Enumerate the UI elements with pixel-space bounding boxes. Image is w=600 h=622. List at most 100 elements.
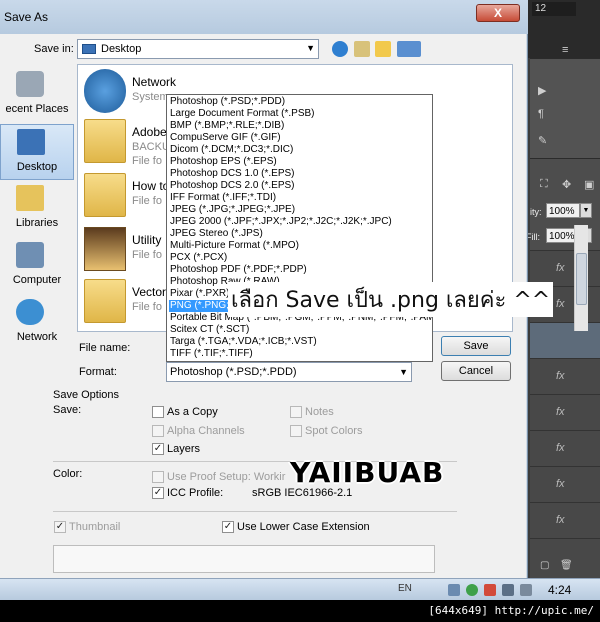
- chevron-down-icon[interactable]: ▼: [399, 367, 408, 377]
- format-option[interactable]: JPEG Stereo (*.JPS): [169, 228, 431, 240]
- brush-icon[interactable]: ✎: [538, 134, 547, 147]
- format-option[interactable]: CompuServe GIF (*.GIF): [169, 132, 431, 144]
- divider: [53, 511, 457, 512]
- chevron-down-icon[interactable]: ▼: [306, 43, 315, 53]
- layer-row[interactable]: [530, 538, 600, 578]
- computer-icon: [16, 242, 44, 268]
- taskbar: EN 4:24: [0, 578, 600, 600]
- file-name: Utility: [132, 233, 162, 247]
- use-proof-setup-checkbox[interactable]: [152, 471, 164, 483]
- format-option[interactable]: Photoshop DCS 2.0 (*.EPS): [169, 180, 431, 192]
- tray-icon[interactable]: [484, 584, 496, 596]
- close-button[interactable]: X: [476, 4, 520, 22]
- lower-case-extension-checkbox[interactable]: ✓: [222, 521, 234, 533]
- footer-bar: [644x649] http://upic.me/: [0, 600, 600, 622]
- place-network[interactable]: Network: [0, 295, 74, 351]
- format-option[interactable]: Photoshop PDF (*.PDF;*.PDP): [169, 264, 431, 276]
- format-option[interactable]: JPEG 2000 (*.JPF;*.JPX;*.JP2;*.J2C;*.J2K…: [169, 216, 431, 228]
- file-name: Adobe: [132, 125, 167, 139]
- layer-row-selected[interactable]: [530, 322, 600, 358]
- format-option[interactable]: Scitex CT (*.SCT): [169, 324, 431, 336]
- format-value: Photoshop (*.PSD;*.PDD): [170, 366, 297, 378]
- lock-all-icon[interactable]: ▣: [584, 178, 594, 191]
- fx-icon[interactable]: fx: [556, 514, 565, 526]
- layers-checkbox[interactable]: ✓: [152, 443, 164, 455]
- opacity-field[interactable]: 100%: [546, 203, 580, 218]
- as-a-copy-checkbox[interactable]: [152, 406, 164, 418]
- view-menu-icon[interactable]: [397, 41, 421, 57]
- format-option[interactable]: PCX (*.PCX): [169, 252, 431, 264]
- format-option[interactable]: Multi-Picture Format (*.MPO): [169, 240, 431, 252]
- layer-row[interactable]: [530, 466, 600, 502]
- panel-menu-icon[interactable]: ≡: [562, 44, 568, 56]
- fx-icon[interactable]: fx: [556, 406, 565, 418]
- scrollbar-thumb[interactable]: [576, 253, 587, 305]
- layer-row[interactable]: [530, 358, 600, 394]
- spot-colors-checkbox[interactable]: [290, 425, 302, 437]
- warning-box: [53, 545, 435, 573]
- up-folder-icon[interactable]: [354, 41, 370, 57]
- layers-label: Layers: [167, 443, 201, 455]
- save-in-combo[interactable]: Desktop ▼: [77, 39, 319, 59]
- format-dropdown-list[interactable]: Photoshop (*.PSD;*.PDD) Large Document Fo…: [166, 94, 433, 362]
- monitor-tray-icon[interactable]: [502, 584, 514, 596]
- layer-row[interactable]: [530, 250, 600, 286]
- network-icon: [16, 299, 44, 325]
- title-bar[interactable]: Save As X: [0, 0, 528, 34]
- icc-profile-checkbox[interactable]: ✓: [152, 487, 164, 499]
- back-icon[interactable]: [332, 41, 348, 57]
- fx-icon[interactable]: fx: [556, 262, 565, 274]
- network-icon: [84, 69, 126, 113]
- format-option[interactable]: Photoshop (*.PSD;*.PDD): [169, 96, 431, 108]
- zoom-field[interactable]: 12: [532, 2, 576, 16]
- network-tray-icon[interactable]: [466, 584, 478, 596]
- save-button[interactable]: Save: [441, 336, 511, 356]
- watermark-text: YAIIBUAB: [290, 456, 445, 489]
- fx-icon[interactable]: fx: [556, 478, 565, 490]
- layer-row[interactable]: [530, 394, 600, 430]
- format-option[interactable]: BMP (*.BMP;*.RLE;*.DIB): [169, 120, 431, 132]
- move-icon[interactable]: ✥: [562, 178, 571, 191]
- notes-checkbox[interactable]: [290, 406, 302, 418]
- scrollbar[interactable]: [574, 225, 588, 331]
- thumbnail-checkbox[interactable]: ✓: [54, 521, 66, 533]
- format-option[interactable]: Photoshop EPS (*.EPS): [169, 156, 431, 168]
- format-option[interactable]: Large Document Format (*.PSB): [169, 108, 431, 120]
- tray-icon[interactable]: [448, 584, 460, 596]
- format-option[interactable]: JPEG (*.JPG;*.JPEG;*.JPE): [169, 204, 431, 216]
- layer-row[interactable]: [530, 502, 600, 538]
- place-libraries[interactable]: Libraries: [0, 181, 74, 237]
- language-indicator[interactable]: EN: [398, 583, 412, 594]
- format-option[interactable]: TIFF (*.TIF;*.TIFF): [169, 348, 431, 360]
- new-folder-icon[interactable]: [375, 41, 391, 57]
- format-option[interactable]: Photoshop DCS 1.0 (*.EPS): [169, 168, 431, 180]
- format-option[interactable]: Dicom (*.DCM;*.DC3;*.DIC): [169, 144, 431, 156]
- format-option[interactable]: Targa (*.TGA;*.VDA;*.ICB;*.VST): [169, 336, 431, 348]
- cancel-button[interactable]: Cancel: [441, 361, 511, 381]
- fx-icon[interactable]: fx: [556, 442, 565, 454]
- paragraph-icon[interactable]: ¶: [538, 108, 544, 120]
- place-recent-places[interactable]: ecent Places: [0, 67, 74, 123]
- format-select[interactable]: Photoshop (*.PSD;*.PDD) ▼: [166, 362, 412, 382]
- alpha-channels-checkbox[interactable]: [152, 425, 164, 437]
- place-desktop[interactable]: Desktop: [0, 124, 74, 180]
- volume-icon[interactable]: [520, 584, 532, 596]
- place-label: Libraries: [15, 217, 59, 229]
- clock[interactable]: 4:24: [548, 583, 571, 597]
- file-type: File fo: [132, 301, 162, 313]
- chevron-down-icon[interactable]: ▼: [580, 203, 592, 218]
- lower-case-extension-label: Use Lower Case Extension: [237, 521, 370, 533]
- layer-row[interactable]: [530, 430, 600, 466]
- fx-icon[interactable]: fx: [556, 298, 565, 310]
- lock-icon[interactable]: ⛶: [540, 178, 548, 191]
- dialog-title: Save As: [4, 10, 49, 24]
- fx-icon[interactable]: fx: [556, 370, 565, 382]
- play-icon[interactable]: ▶: [538, 84, 546, 97]
- file-name: Network: [132, 75, 177, 89]
- file-type: System: [132, 91, 169, 103]
- format-option[interactable]: IFF Format (*.IFF;*.TDI): [169, 192, 431, 204]
- place-computer[interactable]: Computer: [0, 238, 74, 294]
- trash-icon[interactable]: 🗑: [560, 560, 573, 571]
- new-layer-icon[interactable]: ▢: [540, 560, 549, 571]
- place-label: Network: [16, 331, 58, 343]
